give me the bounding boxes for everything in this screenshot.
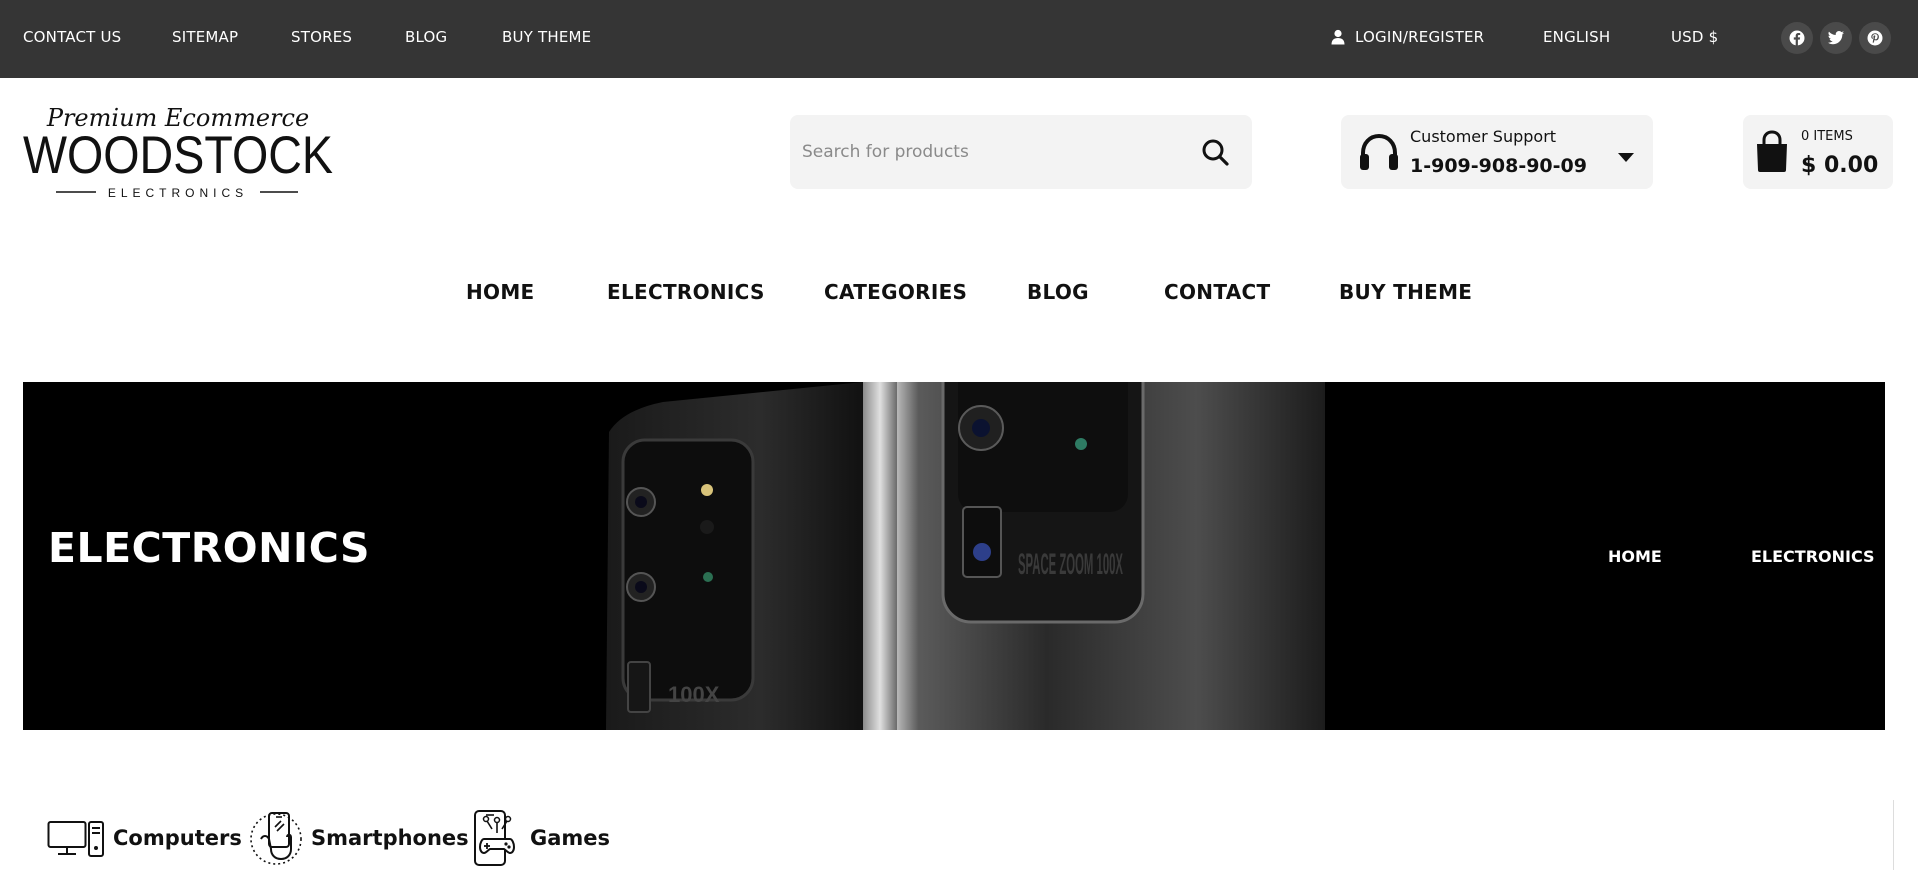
- category-label-computers: Computers: [113, 825, 242, 850]
- page-banner: 100X SPACE ZOOM 100X ELECTRONICS HOME EL…: [23, 382, 1885, 730]
- logo-subtitle: ELECTRONICS: [108, 186, 248, 200]
- login-register-link[interactable]: LOGIN/REGISTER: [1355, 28, 1484, 46]
- cart-item-count: 0 ITEMS: [1801, 129, 1853, 144]
- nav-categories[interactable]: CATEGORIES: [824, 280, 967, 304]
- top-link-contact-us[interactable]: CONTACT US: [23, 28, 121, 46]
- banner-phone-text: SPACE ZOOM 100X: [1018, 548, 1123, 581]
- category-games[interactable]: Games: [472, 805, 610, 870]
- support-phone: 1-909-908-90-09: [1410, 155, 1587, 177]
- top-link-buy-theme[interactable]: BUY THEME: [502, 28, 591, 46]
- user-icon: [1331, 29, 1345, 45]
- category-label-smartphones: Smartphones: [311, 825, 469, 850]
- shopping-bag-icon: [1755, 130, 1789, 174]
- category-strip: Computers Smartphones Games: [0, 805, 1918, 870]
- computer-icon: [47, 818, 105, 858]
- language-selector[interactable]: ENGLISH: [1543, 28, 1610, 46]
- breadcrumb-current: ELECTRONICS: [1751, 547, 1875, 566]
- category-label-games: Games: [530, 825, 611, 850]
- category-smartphones[interactable]: Smartphones: [249, 805, 469, 870]
- nav-home[interactable]: HOME: [466, 280, 535, 304]
- caret-down-icon: [1618, 148, 1634, 162]
- top-link-stores[interactable]: STORES: [291, 28, 352, 46]
- divider: [1893, 800, 1894, 870]
- site-logo[interactable]: Premium Ecommerce WOODSTOCK ELECTRONICS: [22, 98, 334, 202]
- search-input[interactable]: [802, 137, 1182, 167]
- nav-blog[interactable]: BLOG: [1027, 280, 1089, 304]
- top-link-blog[interactable]: BLOG: [405, 28, 447, 46]
- top-link-sitemap[interactable]: SITEMAP: [172, 28, 238, 46]
- category-computers[interactable]: Computers: [47, 805, 242, 870]
- logo-wordmark: WOODSTOCK: [23, 126, 333, 185]
- svg-text:100X: 100X: [668, 682, 720, 707]
- customer-support-dropdown[interactable]: Customer Support 1-909-908-90-09: [1341, 115, 1653, 189]
- search-box: [790, 115, 1252, 189]
- headphones-icon: [1358, 131, 1400, 173]
- breadcrumb-home[interactable]: HOME: [1608, 547, 1662, 566]
- pinterest-icon[interactable]: [1859, 22, 1891, 54]
- cart-total: $ 0.00: [1801, 153, 1879, 178]
- currency-selector[interactable]: USD $: [1671, 28, 1718, 46]
- game-controller-icon: [472, 809, 522, 867]
- support-title: Customer Support: [1410, 127, 1557, 146]
- nav-buy-theme[interactable]: BUY THEME: [1339, 280, 1472, 304]
- twitter-icon[interactable]: [1820, 22, 1852, 54]
- top-bar: CONTACT US SITEMAP STORES BLOG BUY THEME…: [0, 0, 1918, 78]
- smartphone-hand-icon: [249, 809, 303, 867]
- cart-button[interactable]: 0 ITEMS $ 0.00: [1743, 115, 1893, 189]
- page-title: ELECTRONICS: [48, 524, 371, 572]
- nav-electronics[interactable]: ELECTRONICS: [607, 280, 765, 304]
- nav-contact[interactable]: CONTACT: [1164, 280, 1270, 304]
- facebook-icon[interactable]: [1781, 22, 1813, 54]
- search-icon[interactable]: [1200, 137, 1232, 169]
